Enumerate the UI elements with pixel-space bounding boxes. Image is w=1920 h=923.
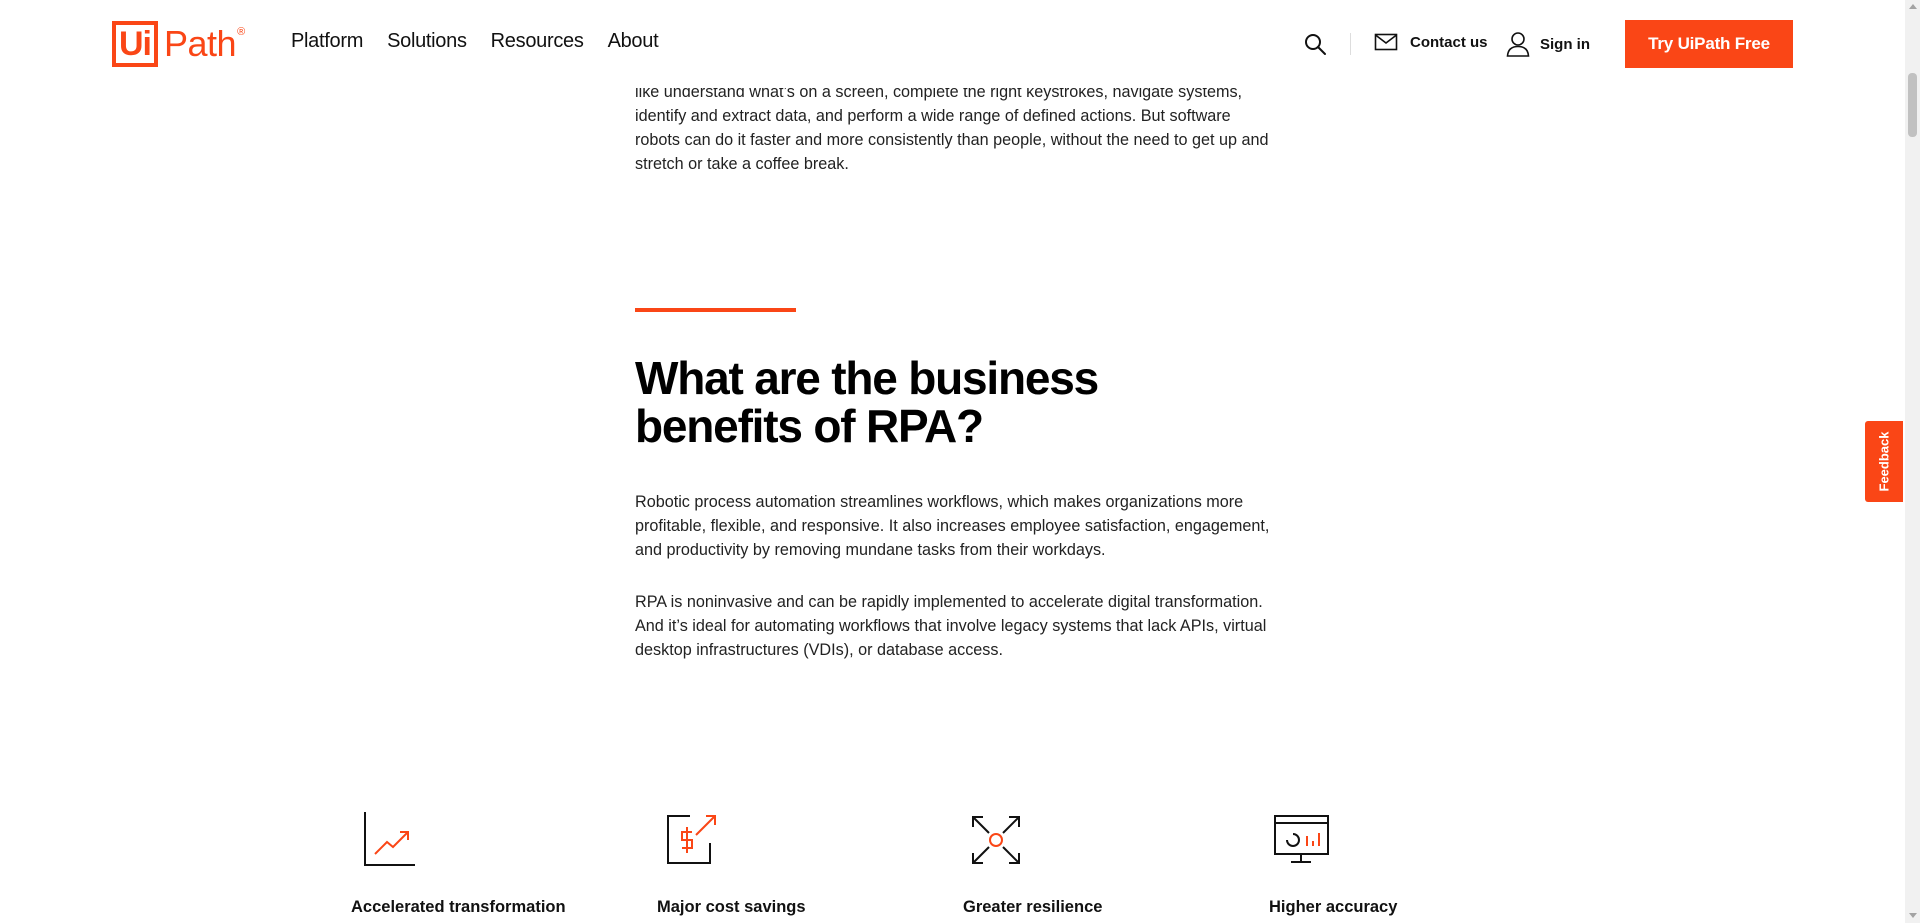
- menu-item-about[interactable]: About: [608, 30, 659, 53]
- section-paragraph-1: Robotic process automation streamlines w…: [635, 493, 1270, 559]
- main-menu: Platform Solutions Resources About: [291, 30, 682, 53]
- section-paragraph-2: RPA is noninvasive and can be rapidly im…: [635, 593, 1267, 659]
- section-accent-line: [635, 308, 796, 312]
- logo-text: Path: [164, 23, 237, 64]
- feedback-tab[interactable]: Feedback: [1865, 421, 1903, 502]
- benefit-label: Greater resilience: [963, 898, 1103, 916]
- section-heading: What are the business benefits of RPA?: [635, 352, 1099, 452]
- logo-registered: ®: [237, 26, 246, 38]
- logo-mark: Ui: [112, 21, 158, 67]
- menu-item-resources[interactable]: Resources: [491, 30, 584, 53]
- top-navigation: Ui Path ® Platform Solutions Resources A…: [0, 0, 1905, 88]
- menu-item-platform[interactable]: Platform: [291, 30, 363, 53]
- benefit-label: Major cost savings: [657, 898, 806, 916]
- benefit-label: Accelerated transformation: [351, 898, 566, 916]
- scrollbar-thumb[interactable]: [1908, 73, 1917, 137]
- menu-item-solutions[interactable]: Solutions: [387, 30, 467, 53]
- sign-in-link[interactable]: Sign in: [1506, 31, 1590, 57]
- contact-us-label: Contact us: [1410, 33, 1488, 51]
- scroll-up-arrow-icon[interactable]: [1909, 4, 1917, 9]
- user-icon: [1506, 32, 1530, 57]
- benefit-label: Higher accuracy: [1269, 898, 1398, 916]
- search-icon[interactable]: [1303, 32, 1327, 56]
- feedback-label: Feedback: [1876, 431, 1892, 492]
- uipath-logo[interactable]: Ui Path ®: [112, 20, 245, 68]
- page-scrollbar[interactable]: [1905, 0, 1920, 923]
- contact-us-link[interactable]: Contact us: [1374, 32, 1488, 52]
- try-uipath-free-button[interactable]: Try UiPath Free: [1625, 20, 1793, 68]
- scroll-down-arrow-icon[interactable]: [1909, 913, 1917, 918]
- sign-in-label: Sign in: [1540, 35, 1590, 53]
- trend-chart-icon: [364, 812, 415, 866]
- intro-paragraph: like understand what’s on a screen, comp…: [635, 83, 1269, 173]
- envelope-icon: [1374, 33, 1398, 51]
- expand-arrows-icon: [972, 816, 1020, 864]
- monitor-dashboard-icon: [1274, 815, 1329, 863]
- dollar-arrow-icon: [667, 815, 716, 864]
- nav-divider: [1350, 33, 1351, 55]
